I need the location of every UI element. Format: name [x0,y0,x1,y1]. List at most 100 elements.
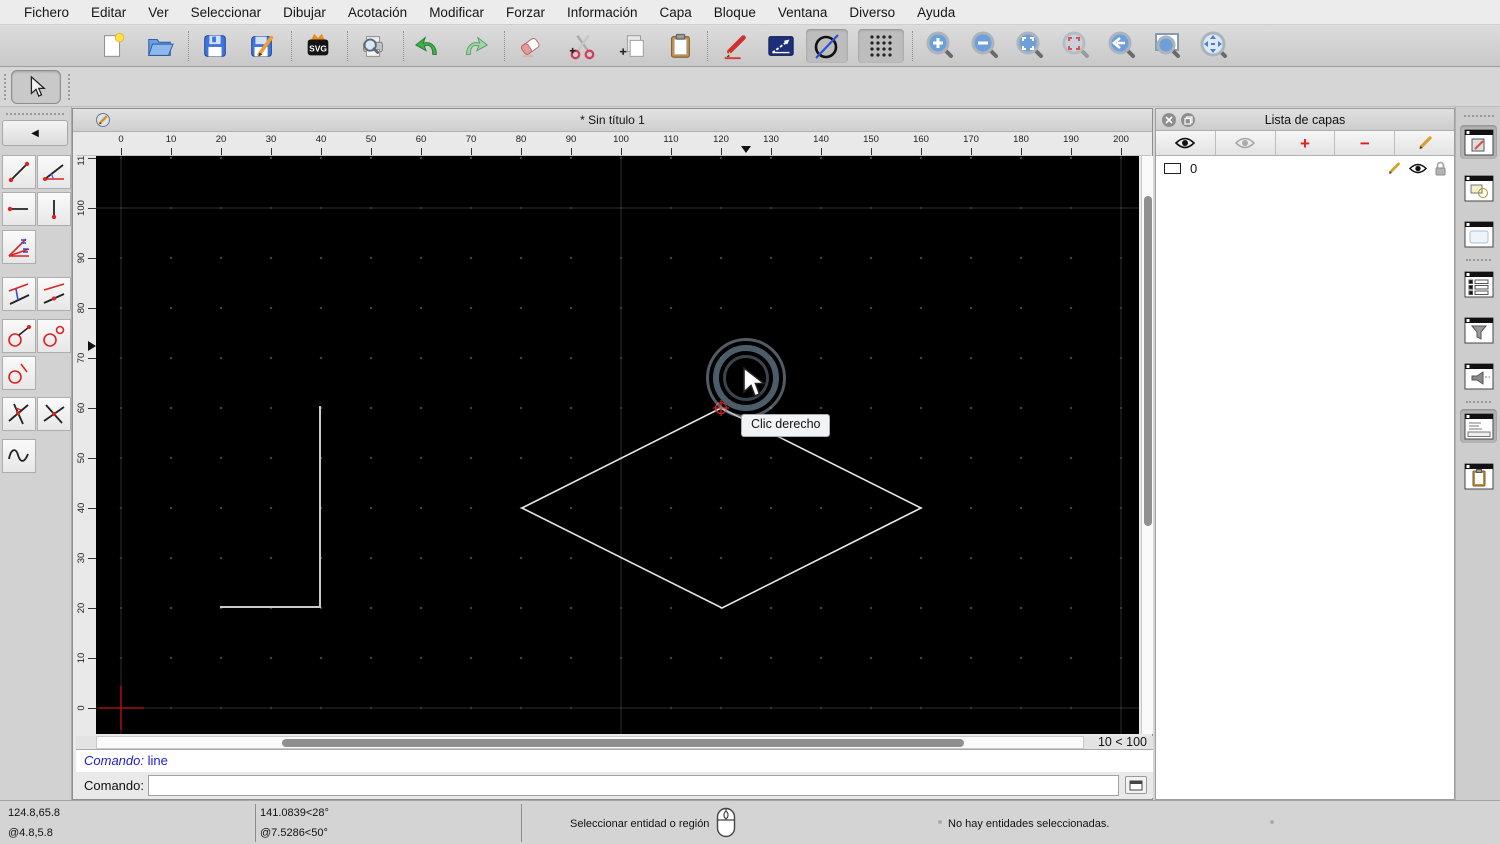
layer-row[interactable]: 0 [1156,157,1454,179]
selection-pointer-button[interactable] [11,70,61,104]
save-icon [204,35,226,57]
undo-button[interactable] [411,29,445,63]
tool-circle-tangent-2[interactable] [37,319,71,353]
zoom-out-button[interactable] [968,29,1002,63]
tool-line-angle[interactable] [37,155,71,189]
menu-item-editar[interactable]: Editar [80,5,137,20]
palette-back-button[interactable]: ◀ [2,120,68,146]
tool-circle-tangent-line[interactable] [2,356,36,390]
library-browser-window-button[interactable] [1460,217,1497,251]
vertical-scrollbar-thumb[interactable] [1144,196,1152,526]
hruler-tick [871,148,872,155]
menu-item-dibujar[interactable]: Dibujar [272,5,337,20]
drawing-window-titlebar[interactable]: * Sin título 1 [73,109,1152,132]
command-input[interactable] [147,774,1119,796]
command-detach-button[interactable] [1125,776,1147,794]
filter-window-icon [1464,317,1493,343]
vruler-tick [88,308,96,309]
print-preview-button[interactable] [356,29,390,63]
toolbar-handle[interactable] [68,74,70,100]
zoom-previous-button[interactable] [1059,29,1093,63]
layer-visible-eye-icon[interactable] [1409,162,1427,175]
diamond-shape [520,407,923,609]
snap-free-button[interactable] [806,29,848,63]
menu-item-ventana[interactable]: Ventana [767,5,839,20]
remove-layer-button[interactable]: − [1335,131,1395,155]
vertical-scrollbar[interactable] [1141,156,1153,734]
redo-button[interactable] [458,29,492,63]
panel-close-button[interactable] [1162,113,1176,127]
palette-handle[interactable] [6,113,64,115]
menu-item-ver[interactable]: Ver [137,5,179,20]
menu-item-capa[interactable]: Capa [649,5,703,20]
panel-float-button[interactable] [1181,113,1195,127]
menu-item-fichero[interactable]: Fichero [13,5,80,20]
tool-line-parallel-point[interactable] [37,277,71,311]
menu-item-ayuda[interactable]: Ayuda [906,5,966,20]
tool-angle-bisector[interactable] [2,230,36,264]
hruler-tick [1021,148,1022,155]
zoom-auto-button[interactable] [1013,29,1047,63]
layer-edit-pencil-icon[interactable] [1386,161,1402,176]
zoom-back-button[interactable] [1105,29,1139,63]
copy-button[interactable] [616,29,650,63]
tool-options-toolbar [0,67,1500,107]
add-layer-button[interactable]: + [1275,131,1335,155]
trim-intersect-icon [8,403,29,425]
hruler-label: 60 [415,134,427,145]
tool-freehand[interactable] [2,439,36,473]
cut-scissors-icon [569,35,595,60]
eraser-button[interactable] [513,29,547,63]
tool-line-horizontal[interactable] [2,192,36,226]
menu-item-acotación[interactable]: Acotación [337,5,418,20]
back-arrow-icon: ◀ [31,127,39,139]
menu-item-bloque[interactable]: Bloque [703,5,767,20]
show-all-layers-button[interactable] [1156,131,1215,155]
save-as-button[interactable] [245,29,279,63]
paste-button[interactable] [663,29,697,63]
command-line-window-button[interactable] [1460,409,1497,443]
tool-line-vertical[interactable] [37,192,71,226]
hruler-tick [1121,148,1122,155]
hruler-label: 120 [713,134,729,145]
menu-item-modificar[interactable]: Modificar [418,5,495,20]
toolbar-handle[interactable] [4,74,6,100]
dock-handle[interactable] [1464,115,1494,117]
menu-item-diverso[interactable]: Diverso [838,5,906,20]
tool-line-2-points[interactable] [2,155,36,189]
tool-circle-tangent-point[interactable] [2,319,36,353]
entity-list-window-button[interactable] [1460,267,1497,301]
vruler-tick [88,608,96,609]
line-angle-button[interactable] [764,29,798,63]
draw-pen-button[interactable] [718,29,752,63]
filter-window-button[interactable] [1460,313,1497,347]
menu-item-forzar[interactable]: Forzar [495,5,556,20]
menu-item-seleccionar[interactable]: Seleccionar [180,5,273,20]
clipboard-window-button[interactable] [1460,459,1497,493]
horizontal-scrollbar[interactable] [96,736,1084,749]
cut-button[interactable] [565,29,599,63]
menu-item-información[interactable]: Información [556,5,649,20]
new-file-button[interactable] [96,29,130,63]
grid-toggle-button[interactable] [858,29,904,63]
drawing-canvas[interactable]: Clic derecho [96,156,1139,734]
save-button[interactable] [198,29,232,63]
tool-line-perpendicular[interactable] [2,277,36,311]
command-options-window-button[interactable] [1460,359,1497,393]
layer-list-window-button[interactable] [1460,125,1497,159]
polar-relative: @7.5286<50° [260,827,328,839]
tool-trim-intersect[interactable] [2,397,36,431]
open-file-button[interactable] [143,29,177,63]
horizontal-scrollbar-thumb[interactable] [282,739,964,747]
vruler-label: 50 [76,452,87,464]
block-list-window-button[interactable] [1460,171,1497,205]
zoom-in-button[interactable] [923,29,957,63]
edit-layer-button[interactable] [1395,131,1454,155]
hide-all-layers-button[interactable] [1215,131,1275,155]
zoom-pan-button[interactable] [1197,29,1231,63]
zoom-window-button[interactable] [1151,29,1185,63]
svg-export-button[interactable]: SVG [301,29,335,63]
layer-lock-icon[interactable] [1434,161,1447,176]
tool-cross-intersect[interactable] [37,397,71,431]
polar-absolute: 141.0839<28° [260,807,329,819]
